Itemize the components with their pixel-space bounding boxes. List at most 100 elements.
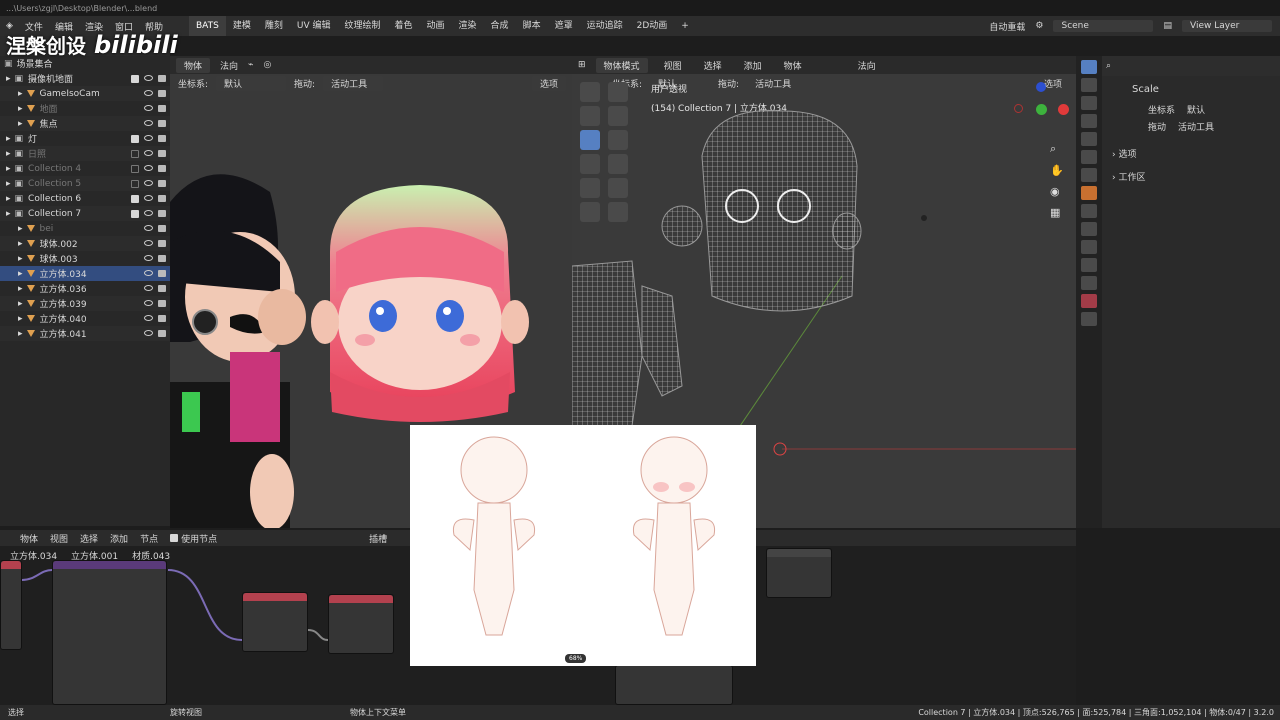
exclude-checkbox[interactable] [131, 74, 139, 83]
tab-animation[interactable]: 动画 [420, 16, 452, 36]
tab-rendering[interactable]: 渲染 [452, 16, 484, 36]
tab-sculpt[interactable]: 雕刻 [258, 16, 290, 36]
render-tab-icon[interactable] [1081, 78, 1097, 92]
object-tab-icon[interactable] [1081, 186, 1097, 200]
camera-render-icon[interactable] [158, 104, 166, 112]
expand-arrow-icon[interactable]: ▸ [18, 254, 23, 264]
scene-selector[interactable]: Scene [1053, 20, 1154, 32]
scene-tab-icon[interactable] [1081, 132, 1097, 146]
eye-icon[interactable] [144, 209, 153, 216]
left-options-dropdown[interactable]: 选项 [531, 75, 566, 91]
tab-modeling[interactable]: 建模 [226, 16, 258, 36]
add-workspace-button[interactable]: + [674, 16, 696, 36]
outliner-row[interactable]: ▸ 球体.002 [0, 236, 170, 251]
section-options[interactable]: › 选项 [1076, 147, 1280, 160]
light-object[interactable] [921, 215, 927, 221]
eye-icon[interactable] [144, 119, 153, 126]
camera-render-icon[interactable] [158, 134, 166, 142]
camera-render-icon[interactable] [158, 284, 166, 292]
exclude-checkbox[interactable] [131, 134, 139, 143]
eye-icon[interactable] [144, 224, 153, 231]
eye-icon[interactable] [144, 179, 153, 186]
tab-2d-animation[interactable]: 2D动画 [630, 16, 675, 36]
expand-arrow-icon[interactable]: ▸ [18, 224, 23, 234]
camera-render-icon[interactable] [158, 329, 166, 337]
expand-arrow-icon[interactable]: ▸ [18, 239, 23, 249]
tab-texture-paint[interactable]: 纹理绘制 [337, 16, 387, 36]
camera-render-icon[interactable] [158, 194, 166, 202]
expand-arrow-icon[interactable]: ▸ [18, 119, 23, 129]
camera-render-icon[interactable] [158, 179, 166, 187]
eye-icon[interactable] [144, 284, 153, 291]
view-layer-selector[interactable]: View Layer [1182, 20, 1272, 32]
modifier-tab-icon[interactable] [1081, 204, 1097, 218]
texture-tab-icon[interactable] [1081, 312, 1097, 326]
exclude-checkbox[interactable] [131, 164, 139, 173]
gizmo-y-icon[interactable] [1036, 104, 1047, 115]
outliner-row[interactable]: ▸ 立方体.036 [0, 281, 170, 296]
gizmo-x-icon[interactable] [1058, 104, 1069, 115]
eye-icon[interactable] [144, 164, 153, 171]
tab-masking[interactable]: 遮罩 [548, 16, 580, 36]
eye-icon[interactable] [144, 269, 153, 276]
zoom-icon[interactable]: ⌕ [1050, 142, 1064, 156]
camera-render-icon[interactable] [158, 269, 166, 277]
gizmo-neg-x-icon[interactable] [1014, 104, 1023, 113]
view-layer-tab-icon[interactable] [1081, 114, 1097, 128]
expand-arrow-icon[interactable]: ▸ [18, 269, 23, 279]
tab-shading[interactable]: 着色 [388, 16, 420, 36]
properties-search-icon[interactable]: ⌕ [1106, 61, 1111, 71]
outliner-row[interactable]: ▸ ▣ Collection 6 [0, 191, 170, 206]
expand-arrow-icon[interactable]: ▸ [18, 314, 23, 324]
outliner-row[interactable]: ▸ 立方体.040 [0, 311, 170, 326]
outliner-row[interactable]: ▸ 球体.003 [0, 251, 170, 266]
navigation-gizmo[interactable] [1012, 80, 1072, 140]
exclude-checkbox[interactable] [131, 209, 139, 218]
eye-icon[interactable] [144, 299, 153, 306]
expand-arrow-icon[interactable]: ▸ [6, 74, 11, 84]
camera-render-icon[interactable] [158, 254, 166, 262]
gizmo-z-icon[interactable] [1036, 82, 1046, 92]
eye-icon[interactable] [144, 74, 153, 81]
camera-render-icon[interactable] [158, 314, 166, 322]
eye-icon[interactable] [144, 314, 153, 321]
camera-render-icon[interactable] [158, 209, 166, 217]
eye-icon[interactable] [144, 134, 153, 141]
outliner-row[interactable]: ▸ ▣ Collection 7 [0, 206, 170, 221]
expand-arrow-icon[interactable]: ▸ [18, 284, 23, 294]
outliner-row[interactable]: ▸ ▣ Collection 5 [0, 176, 170, 191]
camera-render-icon[interactable] [158, 119, 166, 127]
physics-tab-icon[interactable] [1081, 240, 1097, 254]
left-orient-selector[interactable]: 法向 [220, 59, 238, 72]
expand-arrow-icon[interactable]: ▸ [6, 209, 11, 219]
outliner-row[interactable]: ▸ 立方体.034 [0, 266, 170, 281]
outliner-row[interactable]: ▸ GameIsoCam [0, 86, 170, 101]
outliner-row[interactable]: ▸ ▣ 灯 [0, 131, 170, 146]
tab-uv-edit[interactable]: UV 编辑 [290, 16, 338, 36]
proportional-icon[interactable]: ◎ [263, 60, 271, 70]
exclude-checkbox[interactable] [131, 149, 139, 158]
outliner-row[interactable]: ▸ 立方体.041 [0, 326, 170, 341]
tab-compositing[interactable]: 合成 [484, 16, 516, 36]
exclude-checkbox[interactable] [131, 179, 139, 188]
expand-arrow-icon[interactable]: ▸ [6, 164, 11, 174]
prop-drag-value[interactable]: 活动工具 [1178, 120, 1214, 133]
collection-tab-icon[interactable] [1081, 168, 1097, 182]
expand-arrow-icon[interactable]: ▸ [6, 149, 11, 159]
section-workspace[interactable]: › 工作区 [1076, 170, 1280, 183]
eye-icon[interactable] [144, 239, 153, 246]
left-coord-dropdown[interactable]: 默认 [216, 75, 287, 91]
eye-icon[interactable] [144, 104, 153, 111]
output-tab-icon[interactable] [1081, 96, 1097, 110]
grid-icon[interactable]: ▦ [1050, 206, 1064, 219]
data-tab-icon[interactable] [1081, 276, 1097, 290]
tool-tab-icon[interactable] [1081, 60, 1097, 74]
left-drag-dropdown[interactable]: 活动工具 [323, 75, 384, 91]
outliner-row[interactable]: ▸ ▣ 摄像机地面 [0, 71, 170, 86]
camera-icon[interactable]: ◉ [1050, 185, 1064, 198]
outliner-row[interactable]: ▸ 立方体.039 [0, 296, 170, 311]
tab-scripting[interactable]: 脚本 [516, 16, 548, 36]
eye-icon[interactable] [144, 329, 153, 336]
constraints-tab-icon[interactable] [1081, 258, 1097, 272]
tab-bats[interactable]: BATS [189, 16, 226, 36]
